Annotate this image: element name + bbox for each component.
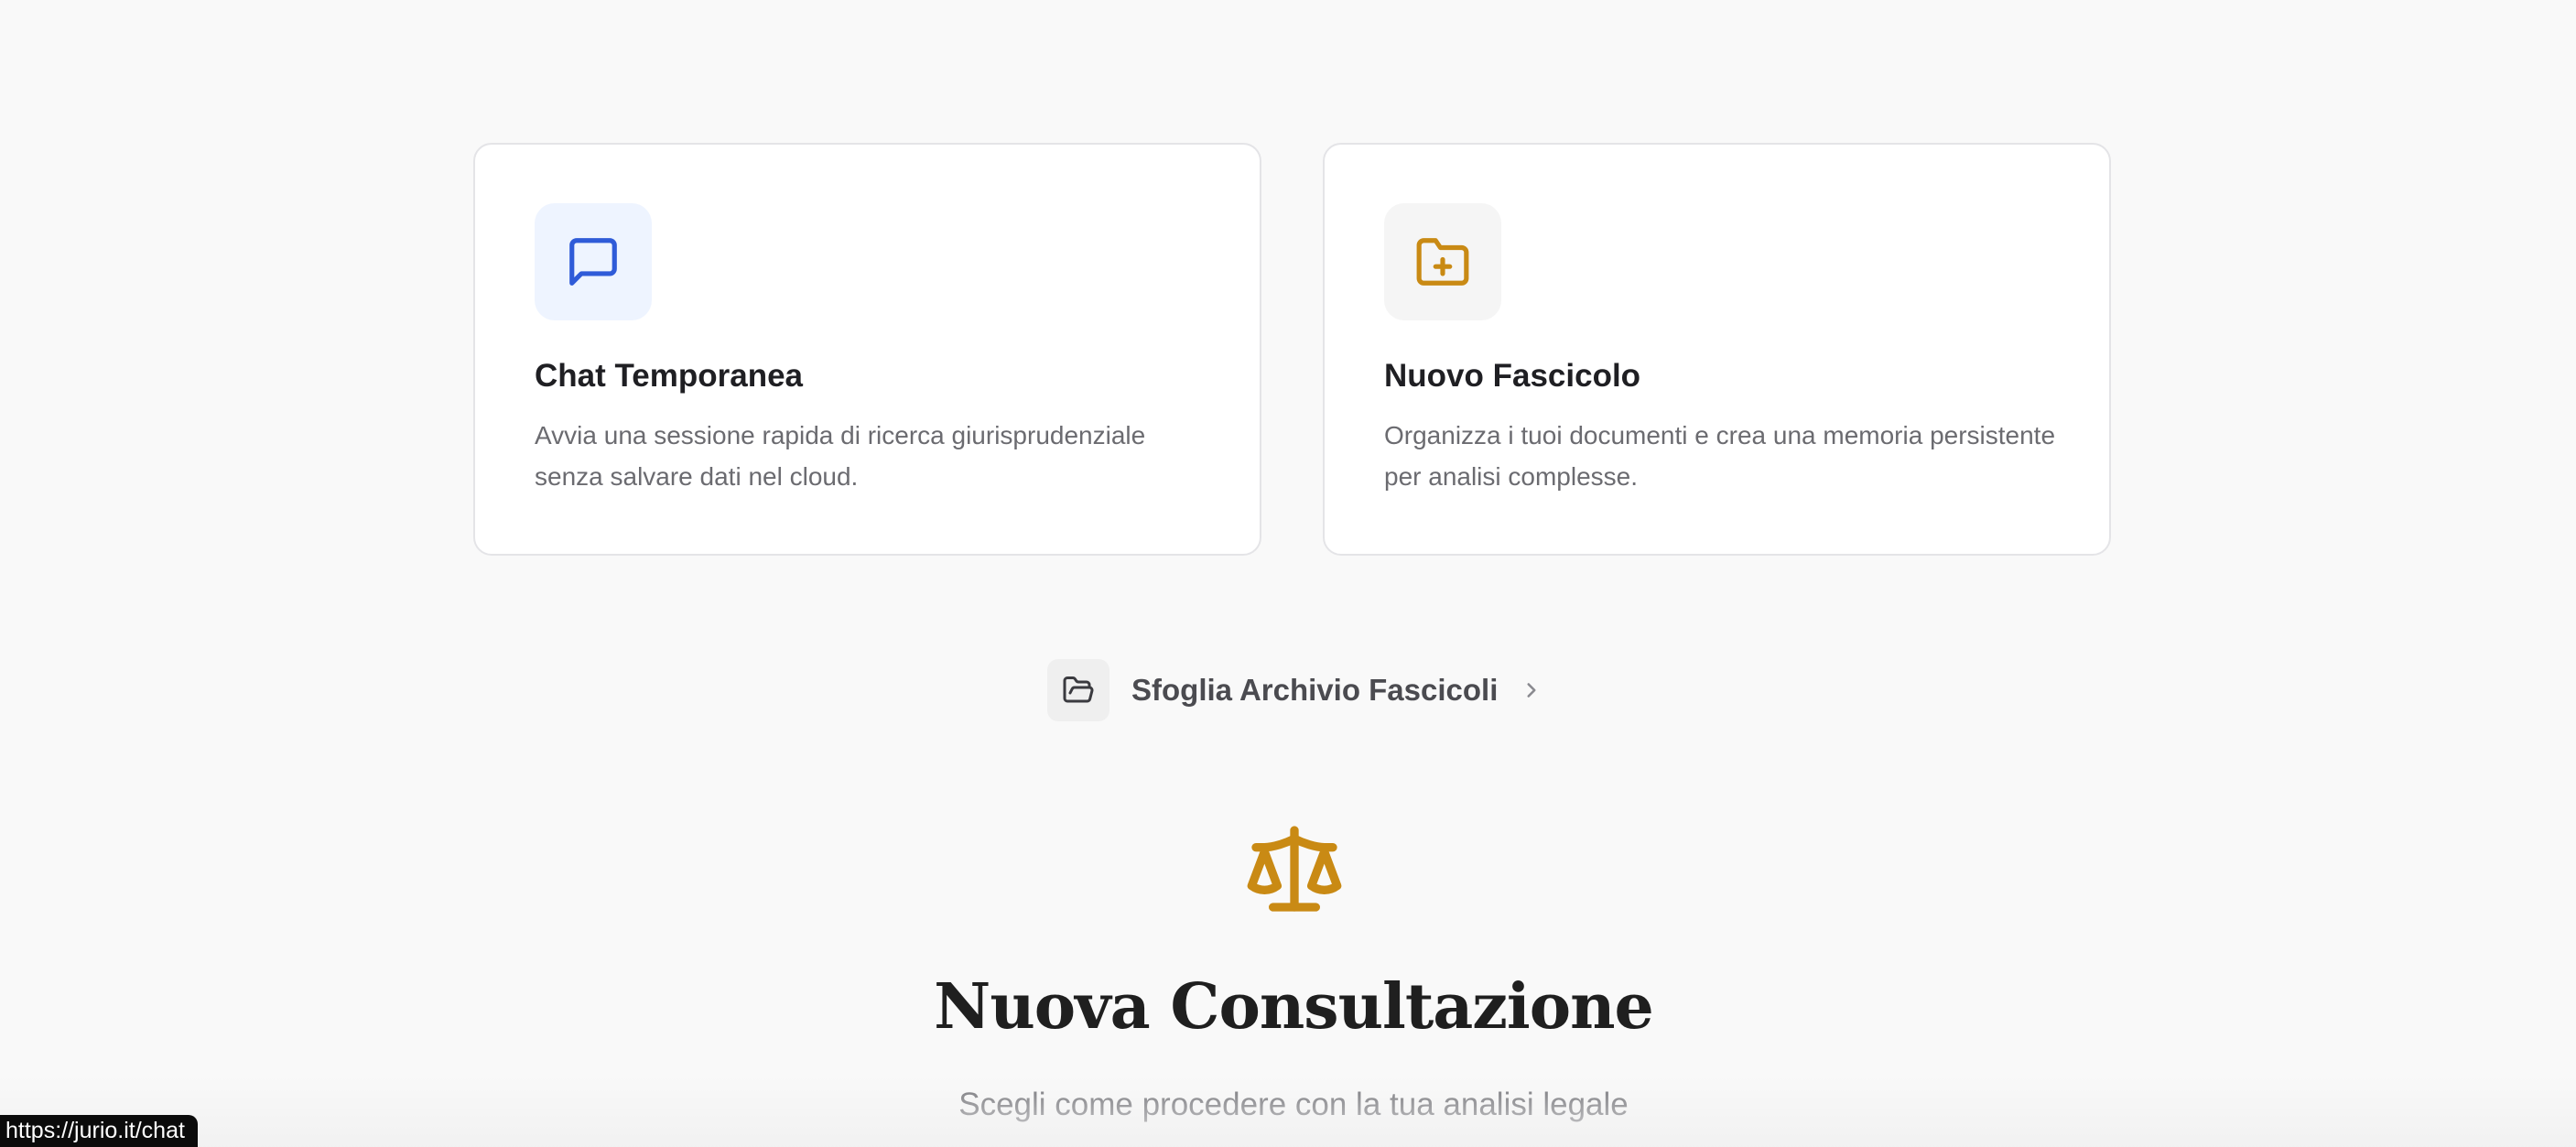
card-title: Chat Temporanea bbox=[535, 358, 804, 394]
archive-link-label: Sfoglia Archivio Fascicoli bbox=[1131, 673, 1499, 707]
folder-open-icon bbox=[1047, 659, 1109, 721]
page-title: Nuova Consultazione bbox=[934, 970, 1654, 1044]
card-title: Nuovo Fascicolo bbox=[1384, 358, 1641, 394]
folder-plus-icon bbox=[1384, 203, 1501, 320]
browse-archive-link[interactable]: Sfoglia Archivio Fascicoli bbox=[1047, 659, 1543, 721]
status-bar-url: https://jurio.it/chat bbox=[0, 1115, 198, 1147]
nuovo-fascicolo-card[interactable]: Nuovo Fascicolo Organizza i tuoi documen… bbox=[1323, 143, 2111, 556]
scales-icon bbox=[1247, 826, 1342, 912]
card-description: Organizza i tuoi documenti e crea una me… bbox=[1384, 421, 2056, 491]
page-subtitle: Scegli come procedere con la tua analisi… bbox=[958, 1087, 1629, 1122]
card-description: Avvia una sessione rapida di ricerca giu… bbox=[535, 421, 1146, 491]
message-square-icon bbox=[535, 203, 652, 320]
chevron-right-icon bbox=[1520, 678, 1543, 702]
chat-temporanea-card[interactable]: Chat Temporanea Avvia una sessione rapid… bbox=[473, 143, 1261, 556]
